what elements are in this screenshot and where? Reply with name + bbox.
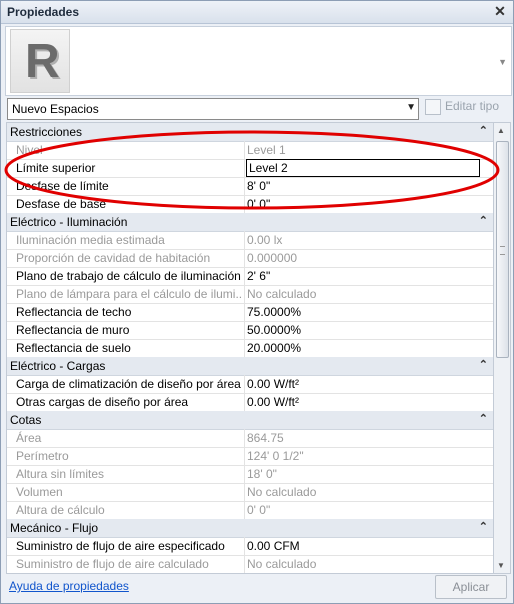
category-header[interactable]: Restricciones ⌃ <box>7 123 494 142</box>
property-row: Perímetro 124' 0 1/2" <box>7 447 494 466</box>
property-row: Proporción de cavidad de habitación 0.000… <box>7 249 494 268</box>
property-row: Nivel Level 1 <box>7 141 494 160</box>
scroll-up-icon[interactable]: ▲ <box>497 126 505 135</box>
category-label: Mecánico - Flujo <box>10 521 99 535</box>
property-row[interactable]: Reflectancia de muro 50.0000% <box>7 321 494 340</box>
property-value[interactable]: 0.00 W/ft² <box>247 377 487 391</box>
property-name: Proporción de cavidad de habitación <box>16 251 211 265</box>
property-name: Área <box>16 431 42 445</box>
property-name: Reflectancia de suelo <box>16 341 131 355</box>
property-value: 18' 0" <box>247 467 277 481</box>
category-label: Restricciones <box>10 125 83 139</box>
property-name: Altura sin límites <box>16 467 105 481</box>
edit-type-label: Editar tipo <box>445 99 500 114</box>
property-value[interactable]: 75.0000% <box>247 305 487 319</box>
property-row[interactable]: Desfase de límite 8' 0" <box>7 177 494 196</box>
title-bar[interactable]: Propiedades ✕ <box>1 1 513 24</box>
type-preview-panel: R ▼ <box>5 26 512 96</box>
property-value: No calculado <box>247 557 317 571</box>
chevron-down-icon[interactable]: ▼ <box>406 102 416 113</box>
scroll-down-icon[interactable]: ▼ <box>497 561 505 570</box>
property-name: Nivel <box>16 143 43 157</box>
property-name: Otras cargas de diseño por área <box>16 395 189 409</box>
property-value[interactable]: 0.00 W/ft² <box>247 395 487 409</box>
collapse-icon[interactable]: ⌃ <box>479 412 488 425</box>
apply-button[interactable]: Aplicar <box>435 575 507 599</box>
property-value[interactable]: 20.0000% <box>247 341 487 355</box>
properties-grid: Restricciones ⌃ Nivel Level 1 Límite superio… <box>6 122 495 574</box>
property-name: Suministro de flujo de aire calculado <box>16 557 209 571</box>
property-value[interactable]: 50.0000% <box>247 323 487 337</box>
property-row: Suministro de flujo de aire calculado No … <box>7 555 494 573</box>
property-name: Suministro de flujo de aire especificado <box>16 539 225 553</box>
help-link[interactable]: Ayuda de propiedades <box>9 579 129 593</box>
property-row: Plano de lámpara para el cálculo de ilum… <box>7 285 494 304</box>
property-row: Altura sin límites 18' 0" <box>7 465 494 484</box>
property-name: Volumen <box>16 485 63 499</box>
property-row[interactable]: Desfase de base 0' 0" <box>7 195 494 214</box>
property-row: Área 864.75 <box>7 429 494 448</box>
property-value: No calculado <box>247 287 317 301</box>
property-name: Carga de climatización de diseño por áre… <box>16 377 241 391</box>
property-name: Altura de cálculo <box>16 503 105 517</box>
scrollbar-thumb[interactable] <box>496 141 509 358</box>
property-name: Límite superior <box>16 161 96 175</box>
category-header[interactable]: Eléctrico - Iluminación ⌃ <box>7 213 494 232</box>
property-row[interactable]: Límite superior Level 2 <box>7 159 494 178</box>
property-row[interactable]: Reflectancia de techo 75.0000% <box>7 303 494 322</box>
expand-arrow-icon[interactable]: ▼ <box>498 57 507 67</box>
property-name: Plano de lámpara para el cálculo de ilum… <box>16 287 242 301</box>
window-title: Propiedades <box>7 5 80 19</box>
property-row: Iluminación media estimada 0.00 lx <box>7 231 494 250</box>
property-value[interactable]: 0' 0" <box>247 197 487 211</box>
property-name: Reflectancia de techo <box>16 305 132 319</box>
property-row: Altura de cálculo 0' 0" <box>7 501 494 520</box>
property-value-input[interactable]: Level 2 <box>246 159 480 177</box>
close-icon[interactable]: ✕ <box>493 4 507 18</box>
property-name: Perímetro <box>16 449 69 463</box>
category-header[interactable]: Cotas ⌃ <box>7 411 494 430</box>
property-row: Volumen No calculado <box>7 483 494 502</box>
property-value: Level 1 <box>247 143 286 157</box>
property-value: 0' 0" <box>247 503 271 517</box>
property-value[interactable]: 2' 6" <box>247 269 487 283</box>
property-name: Desfase de límite <box>16 179 109 193</box>
property-row[interactable]: Carga de climatización de diseño por áre… <box>7 375 494 394</box>
edit-type-icon <box>425 99 441 115</box>
property-value: No calculado <box>247 485 317 499</box>
property-value: 124' 0 1/2" <box>247 449 304 463</box>
property-value: 0.00 lx <box>247 233 283 247</box>
category-header[interactable]: Eléctrico - Cargas ⌃ <box>7 357 494 376</box>
category-label: Eléctrico - Iluminación <box>10 215 128 229</box>
property-value: 864.75 <box>247 431 284 445</box>
property-row[interactable]: Reflectancia de suelo 20.0000% <box>7 339 494 358</box>
properties-window: Propiedades ✕ R ▼ Nuevo Espacios ▼ Edita… <box>0 0 514 604</box>
category-header[interactable]: Mecánico - Flujo ⌃ <box>7 519 494 538</box>
property-name: Iluminación media estimada <box>16 233 165 247</box>
vertical-scrollbar[interactable]: ▲ ▼ <box>493 122 511 574</box>
type-selector-value: Nuevo Espacios <box>12 102 99 116</box>
collapse-icon[interactable]: ⌃ <box>479 124 488 137</box>
property-name: Reflectancia de muro <box>16 323 130 337</box>
collapse-icon[interactable]: ⌃ <box>479 358 488 371</box>
type-selector-dropdown[interactable]: Nuevo Espacios ▼ <box>7 98 419 120</box>
revit-logo-icon: R <box>10 29 70 93</box>
property-row[interactable]: Plano de trabajo de cálculo de iluminaci… <box>7 267 494 286</box>
collapse-icon[interactable]: ⌃ <box>479 214 488 227</box>
property-name: Plano de trabajo de cálculo de iluminaci… <box>16 269 241 283</box>
property-value: 0.000000 <box>247 251 298 265</box>
property-row[interactable]: Otras cargas de diseño por área 0.00 W/ft… <box>7 393 494 412</box>
property-value[interactable]: 8' 0" <box>247 179 487 193</box>
edit-type-button[interactable]: Editar tipo <box>425 99 499 115</box>
collapse-icon[interactable]: ⌃ <box>479 520 488 533</box>
property-row[interactable]: Suministro de flujo de aire especificado… <box>7 537 494 556</box>
category-label: Eléctrico - Cargas <box>10 359 106 373</box>
property-value[interactable]: 0.00 CFM <box>247 539 487 553</box>
property-name: Desfase de base <box>16 197 107 211</box>
category-label: Cotas <box>10 413 42 427</box>
